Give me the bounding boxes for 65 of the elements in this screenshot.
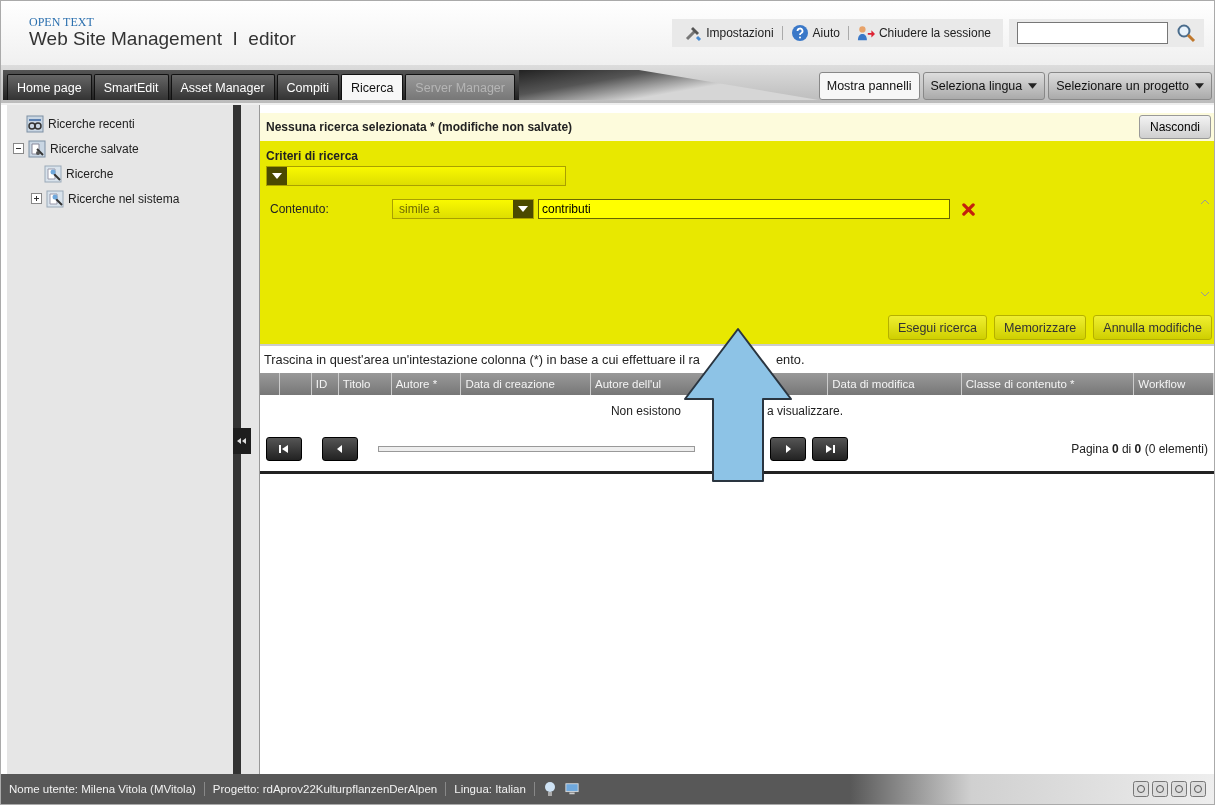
search-icon[interactable] xyxy=(1176,23,1196,43)
saved-searches-icon xyxy=(28,139,46,158)
search-document-icon xyxy=(46,189,64,208)
value-field[interactable]: contributi xyxy=(538,199,950,219)
caret-icon xyxy=(518,206,528,212)
next-page-button[interactable] xyxy=(770,437,806,461)
dropdown-button[interactable]: Selezionare un progetto xyxy=(1048,72,1212,100)
tree-item[interactable]: Ricerche nel sistema xyxy=(68,191,180,206)
dropdown-button[interactable]: Seleziona lingua xyxy=(922,72,1046,100)
toolbar-link[interactable]: Chiudere la sessione xyxy=(854,24,993,42)
condition-label: Contenuto: xyxy=(269,202,330,216)
tab[interactable]: SmartEdit xyxy=(93,74,169,100)
search-document-icon xyxy=(44,164,62,183)
remove-icon[interactable] xyxy=(962,202,975,216)
status-text: Progetto: rdAprov22KulturpflanzenDerAlpen xyxy=(212,783,438,795)
toolbar-link[interactable]: Impostazioni xyxy=(682,24,776,42)
recent-searches-icon xyxy=(26,114,44,133)
tab[interactable]: Compiti xyxy=(276,74,339,100)
panel-title: Nessuna ricerca selezionata * (modifiche non salvate) xyxy=(266,120,573,134)
status-button-icon[interactable] xyxy=(1190,781,1206,797)
last-page-button[interactable] xyxy=(812,437,848,461)
monitor-icon[interactable] xyxy=(564,781,579,797)
action-button[interactable]: Annulla modifiche xyxy=(1093,315,1212,340)
lightbulb-icon[interactable] xyxy=(542,781,557,797)
hide-button[interactable]: Nascondi xyxy=(1138,115,1211,139)
status-button-icon[interactable] xyxy=(1152,781,1168,797)
tree-item[interactable]: Ricerche recenti xyxy=(48,116,135,131)
help-icon xyxy=(790,24,809,42)
status-button-icon[interactable] xyxy=(1133,781,1149,797)
previous-page-button[interactable] xyxy=(322,437,358,461)
toolbar-link[interactable]: Aiuto xyxy=(788,24,842,42)
tree-item[interactable]: Ricerche xyxy=(66,166,114,181)
first-page-icon xyxy=(278,444,290,454)
search-field[interactable] xyxy=(1017,22,1168,44)
criteria-label: Criteri di ricerca xyxy=(266,149,360,163)
app-title: Web Site Management I editor xyxy=(29,28,297,50)
panel-button[interactable]: Mostra pannelli xyxy=(818,72,920,100)
caret-icon xyxy=(1195,83,1204,89)
group-hint: ento. xyxy=(776,352,805,367)
first-page-button[interactable] xyxy=(266,437,302,461)
last-page-icon xyxy=(824,444,836,454)
group-hint: Trascina in quest'area un'intestazione colonna (*) in base a cui effettuare il ra xyxy=(264,352,700,367)
brand-logo: OPEN TEXT xyxy=(29,16,95,28)
action-button[interactable]: Memorizzare xyxy=(994,315,1087,340)
tools-icon xyxy=(684,24,703,42)
empty-message: Non esistono xyxy=(610,404,681,418)
splitter-bar[interactable] xyxy=(229,105,259,774)
tree-item[interactable]: Ricerche salvate xyxy=(50,141,139,156)
expand-toggle[interactable] xyxy=(31,193,42,204)
status-button-icon[interactable] xyxy=(1171,781,1187,797)
plus-icon xyxy=(32,194,41,203)
status-text: Nome utente: Milena Vitola (MVitola) xyxy=(9,783,196,795)
tab[interactable]: Ricerca xyxy=(340,74,404,100)
logout-icon xyxy=(856,24,875,42)
collapse-icon[interactable] xyxy=(233,428,251,454)
criteria-dropdown[interactable] xyxy=(266,166,566,186)
page-info: Pagina 0 di 0 (0 elementi) xyxy=(1071,442,1208,456)
caret-icon xyxy=(272,173,282,179)
tab[interactable]: Asset Manager xyxy=(170,74,275,100)
caret-icon xyxy=(1028,83,1038,89)
collapse-toggle[interactable] xyxy=(13,143,24,154)
action-button[interactable]: Esegui ricerca xyxy=(887,315,988,340)
status-text: Lingua: Italian xyxy=(454,783,526,795)
tab[interactable]: Home page xyxy=(7,74,92,100)
empty-message: a visualizzare. xyxy=(767,404,844,418)
